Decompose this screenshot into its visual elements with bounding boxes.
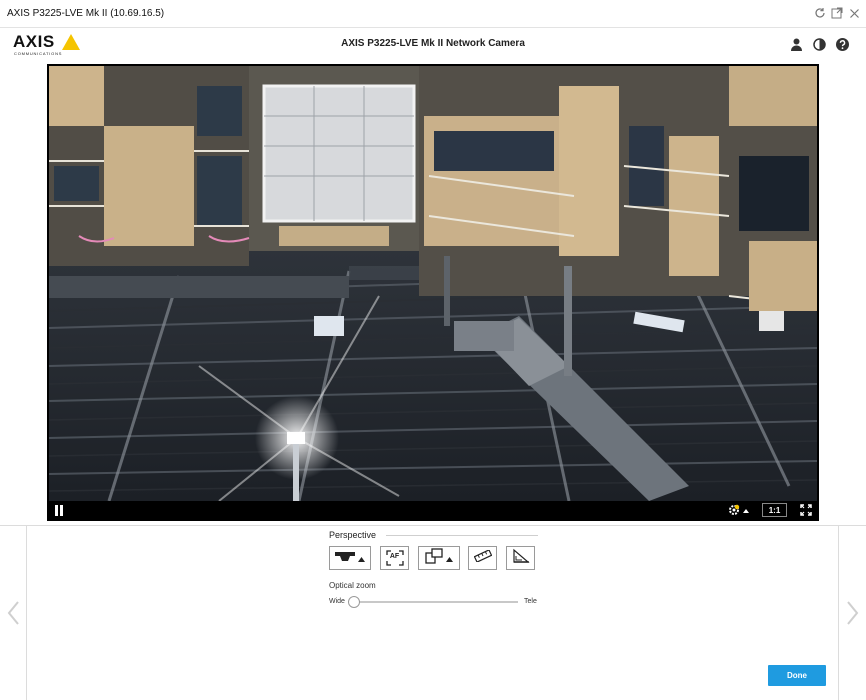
- zoom-min-label: Wide: [329, 598, 345, 605]
- zoom-max-label: Tele: [524, 598, 537, 605]
- left-panel-border: [26, 526, 27, 700]
- done-button[interactable]: Done: [768, 665, 826, 686]
- axis-logo: AXIS COMMUNICATIONS: [13, 32, 80, 58]
- straighten-icon: [473, 549, 492, 567]
- optical-zoom-slider-handle[interactable]: [348, 596, 360, 608]
- refresh-icon[interactable]: [813, 6, 827, 20]
- mounting-position-icon: [335, 549, 355, 567]
- optical-zoom-label: Optical zoom: [329, 581, 376, 590]
- logo-triangle-icon: [62, 34, 80, 50]
- previous-arrow-icon[interactable]: [6, 600, 20, 626]
- next-arrow-icon[interactable]: [846, 600, 860, 626]
- orientation-button[interactable]: [418, 546, 460, 570]
- scale-ratio-button[interactable]: 1:1: [762, 503, 787, 517]
- close-icon[interactable]: [847, 6, 861, 20]
- level-button[interactable]: [506, 546, 535, 570]
- contrast-icon[interactable]: [812, 37, 827, 52]
- autofocus-button[interactable]: AF: [380, 546, 409, 570]
- app-header: AXIS COMMUNICATIONS AXIS P3225-LVE Mk II…: [0, 28, 866, 60]
- dropdown-caret-icon: [358, 549, 365, 567]
- orientation-icon: [425, 547, 443, 569]
- user-icon[interactable]: [789, 37, 804, 52]
- dropdown-caret-icon: [446, 549, 453, 567]
- mounting-position-button[interactable]: [329, 546, 371, 570]
- window-title: AXIS P3225-LVE Mk II (10.69.16.5): [7, 8, 165, 19]
- video-controls-bar: 1:1: [49, 501, 817, 519]
- pause-icon[interactable]: [53, 503, 65, 517]
- page-title: AXIS P3225-LVE Mk II Network Camera: [341, 38, 525, 49]
- perspective-title: Perspective: [329, 530, 377, 540]
- level-icon: [512, 548, 530, 569]
- camera-image: [49, 66, 817, 501]
- snapshot-settings-icon[interactable]: [727, 503, 751, 517]
- autofocus-icon: AF: [385, 550, 404, 566]
- right-panel-border: [838, 526, 839, 700]
- optical-zoom-slider[interactable]: [350, 601, 518, 603]
- help-icon[interactable]: [835, 37, 850, 52]
- popout-icon[interactable]: [830, 6, 844, 20]
- live-video-view[interactable]: 1:1: [47, 64, 819, 521]
- straighten-button[interactable]: [468, 546, 497, 570]
- panel-divider: [0, 525, 866, 526]
- window-title-bar: AXIS P3225-LVE Mk II (10.69.16.5): [0, 0, 866, 28]
- fullscreen-icon[interactable]: [799, 503, 813, 517]
- section-divider: [386, 535, 538, 536]
